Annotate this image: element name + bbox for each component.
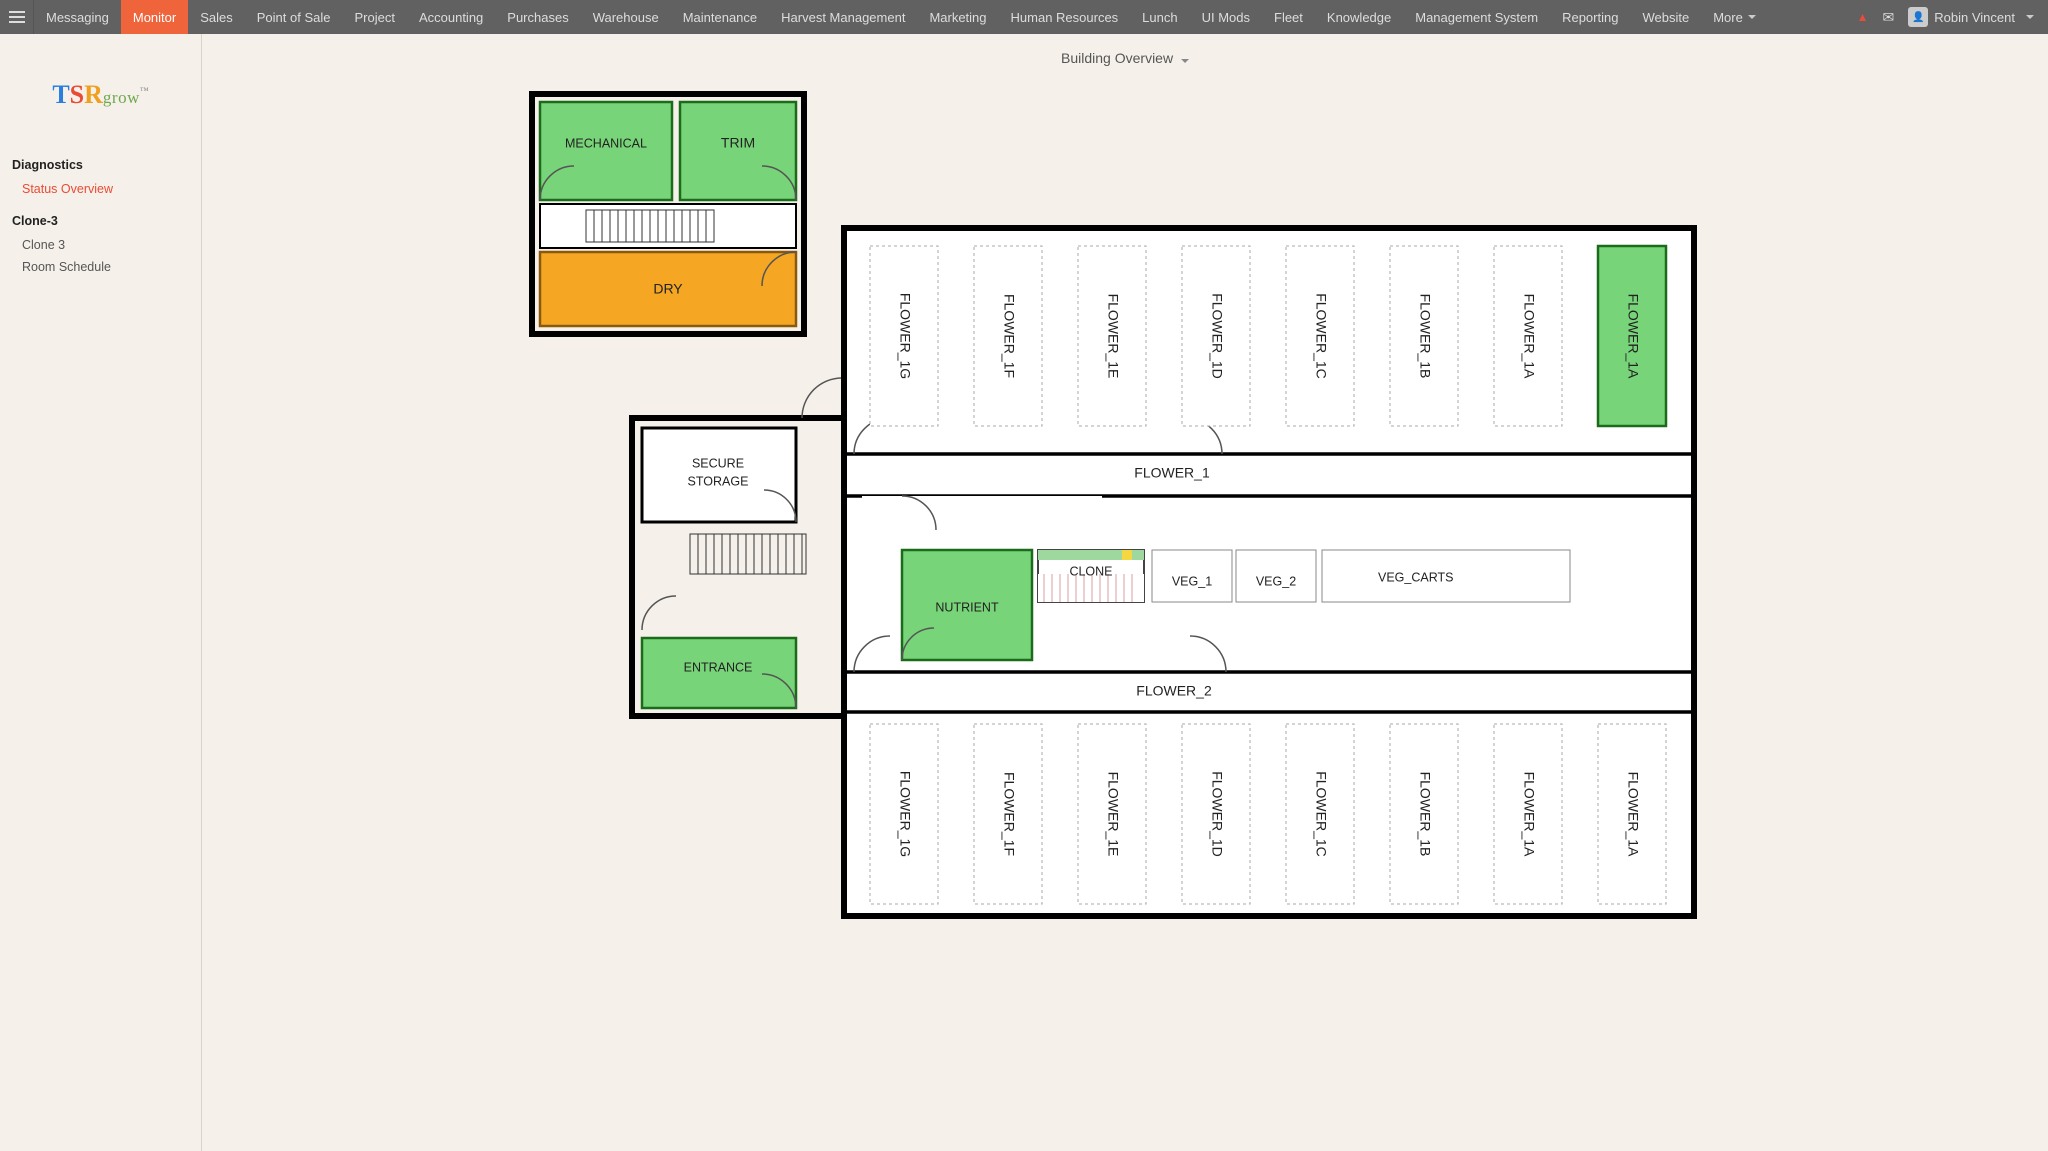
- nav-item-website[interactable]: Website: [1630, 0, 1701, 34]
- svg-text:FLOWER_1D: FLOWER_1D: [1209, 293, 1225, 379]
- sidebar-heading: Clone-3: [12, 214, 189, 228]
- svg-text:STORAGE: STORAGE: [688, 474, 749, 488]
- nav-more[interactable]: More: [1701, 0, 1768, 34]
- svg-text:FLOWER_1D: FLOWER_1D: [1209, 771, 1225, 857]
- svg-text:DRY: DRY: [653, 281, 683, 297]
- svg-text:FLOWER_1A: FLOWER_1A: [1521, 294, 1537, 379]
- svg-text:FLOWER_1F: FLOWER_1F: [1001, 772, 1017, 856]
- nav-item-purchases[interactable]: Purchases: [495, 0, 580, 34]
- alert-icon[interactable]: ▲: [1857, 10, 1869, 24]
- svg-text:FLOWER_1C: FLOWER_1C: [1313, 771, 1329, 857]
- room-mechanical[interactable]: [540, 102, 672, 200]
- nav-item-warehouse[interactable]: Warehouse: [581, 0, 671, 34]
- svg-text:FLOWER_1B: FLOWER_1B: [1417, 294, 1433, 379]
- nav-item-monitor[interactable]: Monitor: [121, 0, 188, 34]
- sidebar: TSRgrow™ Diagnostics Status Overview Clone…: [0, 34, 202, 1151]
- avatar: 👤: [1908, 7, 1928, 27]
- chevron-down-icon: [2026, 15, 2034, 19]
- svg-text:FLOWER_1G: FLOWER_1G: [897, 293, 913, 379]
- floorplan-canvas[interactable]: Building Overview MECHANICAL TRIM: [202, 34, 2048, 1151]
- entry-building: SECURE STORAGE ENTRANCE: [632, 378, 844, 716]
- nav-item-knowledge[interactable]: Knowledge: [1315, 0, 1403, 34]
- svg-text:MECHANICAL: MECHANICAL: [565, 136, 647, 150]
- user-name: Robin Vincent: [1934, 10, 2015, 25]
- nav-item-messaging[interactable]: Messaging: [34, 0, 121, 34]
- sidebar-heading: Diagnostics: [12, 158, 189, 172]
- top-navbar: MessagingMonitorSalesPoint of SaleProjec…: [0, 0, 2048, 34]
- nav-item-maintenance[interactable]: Maintenance: [671, 0, 769, 34]
- sidebar-item-room-schedule[interactable]: Room Schedule: [12, 256, 189, 278]
- sidebar-item-clone-3[interactable]: Clone 3: [12, 234, 189, 256]
- room-trim[interactable]: [680, 102, 796, 200]
- svg-text:FLOWER_1: FLOWER_1: [1134, 465, 1210, 481]
- svg-text:TRIM: TRIM: [721, 135, 755, 151]
- nav-item-ui-mods[interactable]: UI Mods: [1190, 0, 1262, 34]
- logo: TSRgrow™: [12, 80, 189, 110]
- user-menu[interactable]: 👤 Robin Vincent: [1908, 7, 2034, 27]
- nav-item-point-of-sale[interactable]: Point of Sale: [245, 0, 343, 34]
- nav-item-reporting[interactable]: Reporting: [1550, 0, 1630, 34]
- nav-item-project[interactable]: Project: [342, 0, 406, 34]
- svg-text:SECURE: SECURE: [692, 456, 744, 470]
- svg-text:VEG_1: VEG_1: [1172, 574, 1212, 588]
- nav-item-sales[interactable]: Sales: [188, 0, 245, 34]
- nav-item-lunch[interactable]: Lunch: [1130, 0, 1189, 34]
- chevron-down-icon: [1748, 15, 1756, 19]
- annex-building: MECHANICAL TRIM: [532, 94, 804, 334]
- sidebar-item-status-overview[interactable]: Status Overview: [12, 178, 189, 200]
- nav-right: ▲ ✉ 👤 Robin Vincent: [1857, 0, 2048, 34]
- svg-text:FLOWER_1F: FLOWER_1F: [1001, 294, 1017, 378]
- nav-item-human-resources[interactable]: Human Resources: [999, 0, 1131, 34]
- nav-more-label: More: [1713, 10, 1743, 25]
- svg-text:VEG_CARTS: VEG_CARTS: [1378, 570, 1454, 584]
- svg-text:FLOWER_1G: FLOWER_1G: [897, 771, 913, 857]
- svg-text:FLOWER_1C: FLOWER_1C: [1313, 293, 1329, 379]
- nav-items: MessagingMonitorSalesPoint of SaleProjec…: [34, 0, 1701, 34]
- svg-text:VEG_2: VEG_2: [1256, 574, 1296, 588]
- svg-text:FLOWER_1E: FLOWER_1E: [1105, 294, 1121, 379]
- chat-icon[interactable]: ✉: [1883, 9, 1895, 26]
- svg-text:FLOWER_2: FLOWER_2: [1136, 683, 1212, 699]
- svg-text:FLOWER_1A: FLOWER_1A: [1625, 772, 1641, 857]
- svg-text:FLOWER_1A: FLOWER_1A: [1521, 772, 1537, 857]
- svg-text:FLOWER_1B: FLOWER_1B: [1417, 772, 1433, 857]
- nav-item-marketing[interactable]: Marketing: [917, 0, 998, 34]
- svg-text:FLOWER_1E: FLOWER_1E: [1105, 772, 1121, 857]
- svg-text:NUTRIENT: NUTRIENT: [935, 600, 999, 614]
- nav-item-fleet[interactable]: Fleet: [1262, 0, 1315, 34]
- nav-item-management-system[interactable]: Management System: [1403, 0, 1550, 34]
- svg-text:CLONE: CLONE: [1069, 564, 1112, 578]
- nav-item-accounting[interactable]: Accounting: [407, 0, 495, 34]
- nav-item-harvest-management[interactable]: Harvest Management: [769, 0, 917, 34]
- svg-text:FLOWER_1A: FLOWER_1A: [1625, 294, 1641, 379]
- svg-text:ENTRANCE: ENTRANCE: [684, 660, 753, 674]
- hamburger-menu-icon[interactable]: [0, 0, 34, 34]
- room-clone[interactable]: CLONE: [1038, 550, 1144, 602]
